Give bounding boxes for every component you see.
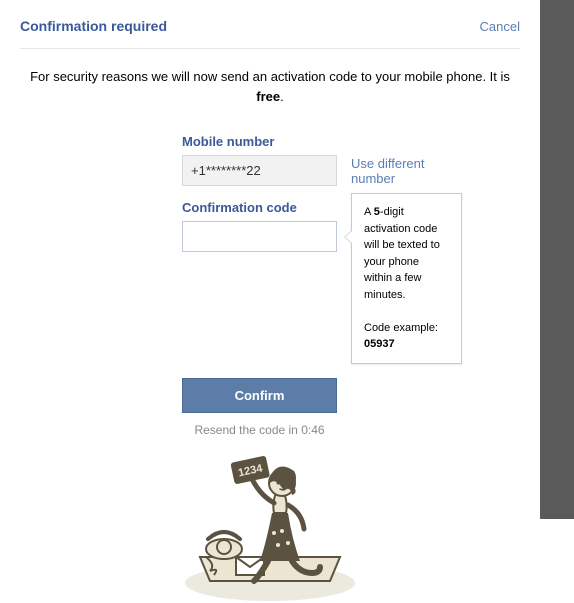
resend-timer: Resend the code in 0:46 xyxy=(182,423,337,437)
tooltip-prefix: A xyxy=(364,206,374,218)
confirmation-code-input[interactable] xyxy=(182,221,337,252)
woman-phone-illustration-icon: 1234 xyxy=(180,453,360,603)
info-message-bold: free xyxy=(256,89,280,104)
resend-time: 0:46 xyxy=(301,423,324,437)
mobile-number-input xyxy=(182,155,337,186)
info-message-text: For security reasons we will now send an… xyxy=(30,69,510,84)
mobile-row: Use different number xyxy=(182,155,462,186)
cancel-link[interactable]: Cancel xyxy=(480,19,520,34)
tooltip-example-code: 05937 xyxy=(364,338,395,350)
info-message-period: . xyxy=(280,89,284,104)
code-tooltip: A 5-digit activation code will be texted… xyxy=(351,193,462,364)
mobile-label: Mobile number xyxy=(182,134,462,149)
modal-header: Confirmation required Cancel xyxy=(20,18,520,49)
use-different-number-link[interactable]: Use different number xyxy=(351,156,462,186)
confirmation-form: Mobile number Use different number Confi… xyxy=(182,134,462,437)
tooltip-mid: -digit activation code will be texted to… xyxy=(364,206,440,301)
info-message: For security reasons we will now send an… xyxy=(30,67,510,106)
code-row: A 5-digit activation code will be texted… xyxy=(182,221,462,364)
confirmation-modal: Confirmation required Cancel For securit… xyxy=(0,0,540,519)
background-overlay xyxy=(540,0,574,519)
resend-prefix: Resend the code in xyxy=(194,423,301,437)
confirm-button[interactable]: Confirm xyxy=(182,378,337,413)
tooltip-example-label: Code example: xyxy=(364,322,438,334)
modal-title: Confirmation required xyxy=(20,18,167,34)
illustration: 1234 xyxy=(20,453,520,603)
